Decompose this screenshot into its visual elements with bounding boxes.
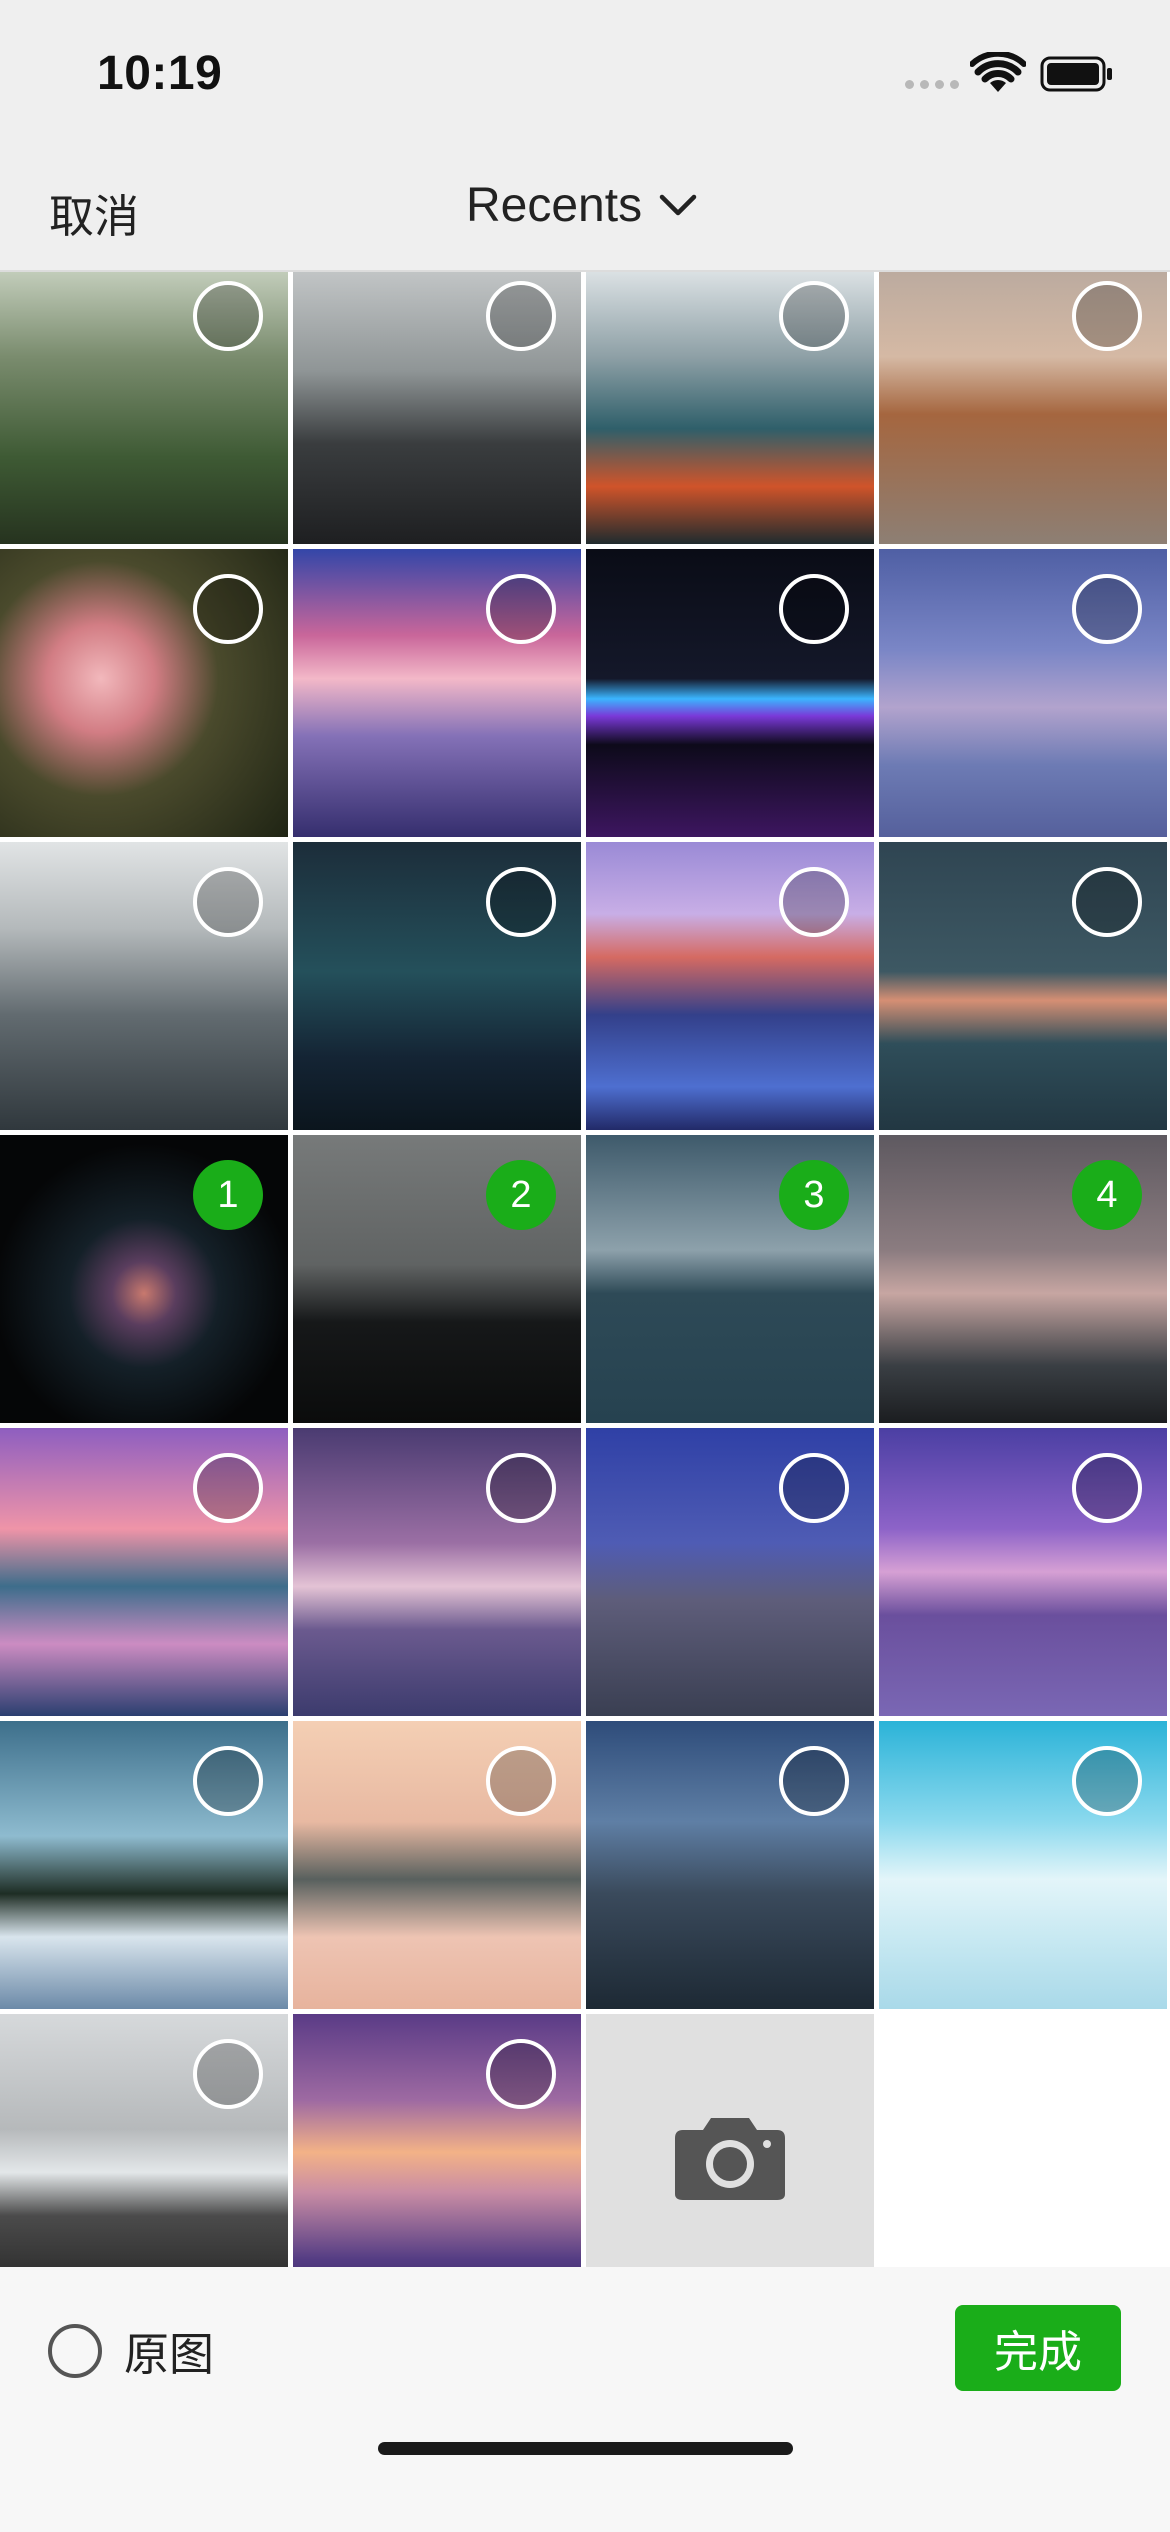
- select-circle[interactable]: [486, 574, 556, 644]
- select-circle[interactable]: [1072, 1453, 1142, 1523]
- album-selector[interactable]: Recents: [466, 178, 698, 233]
- photo-thumbnail[interactable]: 4: [879, 1135, 1167, 1423]
- photo-thumbnail[interactable]: [586, 272, 874, 544]
- original-image-toggle[interactable]: 原图: [48, 2318, 214, 2383]
- chevron-down-icon: [659, 194, 697, 215]
- photo-thumbnail[interactable]: [879, 1721, 1167, 2009]
- selection-number-badge[interactable]: 3: [779, 1160, 849, 1230]
- status-time: 10:19: [97, 47, 223, 100]
- select-circle[interactable]: [1072, 867, 1142, 937]
- original-label: 原图: [124, 2328, 215, 2381]
- select-circle[interactable]: [486, 281, 556, 351]
- photo-thumbnail[interactable]: [293, 2014, 581, 2302]
- select-circle[interactable]: [779, 1746, 849, 1816]
- select-circle[interactable]: [193, 1453, 263, 1523]
- select-circle[interactable]: [779, 281, 849, 351]
- selection-number-badge[interactable]: 2: [486, 1160, 556, 1230]
- select-circle[interactable]: [486, 1746, 556, 1816]
- photo-thumbnail[interactable]: 1: [0, 1135, 288, 1423]
- select-circle[interactable]: [1072, 1746, 1142, 1816]
- photo-thumbnail[interactable]: [0, 2014, 288, 2302]
- photo-grid: 1 2 3 4: [0, 272, 1170, 2532]
- photo-thumbnail[interactable]: [0, 1428, 288, 1716]
- photo-thumbnail[interactable]: [586, 1721, 874, 2009]
- selection-number-badge[interactable]: 1: [193, 1160, 263, 1230]
- photo-thumbnail[interactable]: [293, 1428, 581, 1716]
- camera-icon: [675, 2118, 785, 2200]
- photo-thumbnail[interactable]: [586, 1428, 874, 1716]
- select-circle[interactable]: [193, 1746, 263, 1816]
- select-circle[interactable]: [193, 281, 263, 351]
- photo-thumbnail[interactable]: [879, 1428, 1167, 1716]
- home-indicator: [378, 2442, 793, 2455]
- cancel-button[interactable]: 取消: [49, 180, 139, 245]
- select-circle[interactable]: [193, 867, 263, 937]
- photo-thumbnail[interactable]: 3: [586, 1135, 874, 1423]
- selection-number-badge[interactable]: 4: [1072, 1160, 1142, 1230]
- select-circle[interactable]: [1072, 281, 1142, 351]
- photo-thumbnail[interactable]: 2: [293, 1135, 581, 1423]
- battery-icon: [1040, 56, 1112, 92]
- select-circle[interactable]: [779, 1453, 849, 1523]
- photo-thumbnail[interactable]: [293, 842, 581, 1130]
- select-circle[interactable]: [779, 867, 849, 937]
- select-circle[interactable]: [486, 2039, 556, 2109]
- photo-thumbnail[interactable]: [293, 272, 581, 544]
- camera-tile[interactable]: [586, 2014, 874, 2302]
- select-circle[interactable]: [486, 1453, 556, 1523]
- photo-thumbnail[interactable]: [586, 549, 874, 837]
- select-circle[interactable]: [1072, 574, 1142, 644]
- wifi-icon: [970, 52, 1026, 92]
- photo-thumbnail[interactable]: [293, 549, 581, 837]
- select-circle[interactable]: [193, 2039, 263, 2109]
- select-circle[interactable]: [779, 574, 849, 644]
- bottom-toolbar: 原图 完成: [0, 2267, 1170, 2532]
- done-button[interactable]: 完成: [955, 2305, 1121, 2391]
- photo-thumbnail[interactable]: [0, 842, 288, 1130]
- select-circle[interactable]: [486, 867, 556, 937]
- select-circle[interactable]: [193, 574, 263, 644]
- album-title: Recents: [466, 179, 643, 232]
- photo-thumbnail[interactable]: [293, 1721, 581, 2009]
- cellular-signal-icon: [905, 80, 959, 89]
- photo-thumbnail[interactable]: [0, 1721, 288, 2009]
- photo-thumbnail[interactable]: [879, 549, 1167, 837]
- photo-thumbnail[interactable]: [0, 549, 288, 837]
- photo-thumbnail[interactable]: [879, 842, 1167, 1130]
- photo-thumbnail[interactable]: [586, 842, 874, 1130]
- photo-thumbnail[interactable]: [0, 272, 288, 544]
- photo-thumbnail[interactable]: [879, 272, 1167, 544]
- original-radio[interactable]: [48, 2323, 102, 2378]
- top-bar: 10:19 取消 Recents: [0, 0, 1170, 272]
